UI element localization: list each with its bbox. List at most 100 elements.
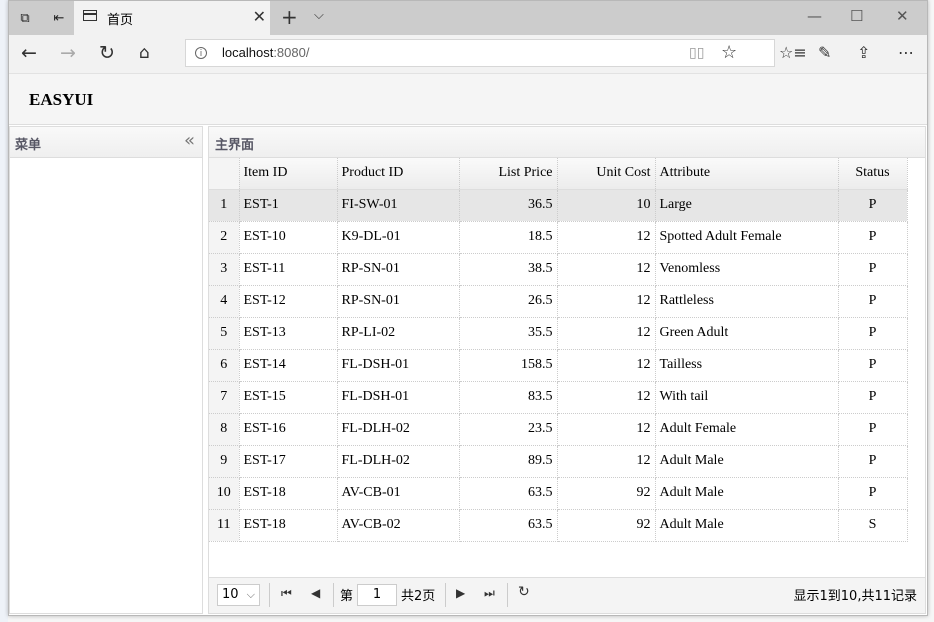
cell-product-id: K9-DL-01 bbox=[337, 221, 460, 254]
row-number: 1 bbox=[209, 189, 240, 222]
table-row[interactable]: 9 EST-17 FL-DLH-02 89.5 12 Adult Male P bbox=[209, 445, 908, 478]
cell-unit-cost: 12 bbox=[557, 413, 656, 446]
pager-summary: 显示1到10,共11记录 bbox=[793, 589, 918, 604]
table-row[interactable]: 11 EST-18 AV-CB-02 63.5 92 Adult Male S bbox=[209, 509, 908, 542]
cell-unit-cost: 12 bbox=[557, 253, 656, 286]
cell-list-price: 36.5 bbox=[459, 189, 558, 222]
cell-status: P bbox=[838, 477, 908, 510]
forward-icon[interactable]: → bbox=[60, 43, 76, 63]
cell-item-id: EST-18 bbox=[239, 477, 338, 510]
cell-item-id: EST-1 bbox=[239, 189, 338, 222]
table-row[interactable]: 6 EST-14 FL-DSH-01 158.5 12 Tailless P bbox=[209, 349, 908, 382]
cell-product-id: RP-LI-02 bbox=[337, 317, 460, 350]
cell-item-id: EST-11 bbox=[239, 253, 338, 286]
previous-page-icon[interactable]: ◀ bbox=[311, 586, 320, 600]
more-menu-icon[interactable]: ⋯ bbox=[898, 43, 914, 62]
cell-item-id: EST-10 bbox=[239, 221, 338, 254]
last-page-icon[interactable]: ⏭ bbox=[484, 586, 495, 601]
page-content: EASYUI 菜单 « 主界面 Item ID Product ID List … bbox=[9, 74, 927, 615]
cell-item-id: EST-14 bbox=[239, 349, 338, 382]
cell-list-price: 158.5 bbox=[459, 349, 558, 382]
cell-unit-cost: 12 bbox=[557, 445, 656, 478]
browser-window: ⧉ ⇤ 首页 ✕ + ⌵ — ☐ ✕ ← → ↻ ⌂ i localhost:8… bbox=[8, 0, 928, 616]
site-info-icon[interactable]: i bbox=[195, 47, 207, 59]
center-panel: 主界面 Item ID Product ID List Price Unit C… bbox=[208, 126, 926, 614]
column-header-attribute[interactable]: Attribute bbox=[655, 158, 839, 190]
collapse-icon[interactable]: « bbox=[184, 130, 195, 151]
cell-item-id: EST-18 bbox=[239, 509, 338, 542]
url-host: localhost bbox=[222, 45, 274, 60]
cell-unit-cost: 12 bbox=[557, 285, 656, 318]
cell-item-id: EST-16 bbox=[239, 413, 338, 446]
reload-icon[interactable]: ↻ bbox=[518, 584, 530, 600]
grid-header-row: Item ID Product ID List Price Unit Cost … bbox=[209, 158, 908, 190]
cell-list-price: 83.5 bbox=[459, 381, 558, 414]
cell-list-price: 38.5 bbox=[459, 253, 558, 286]
pager-separator bbox=[269, 583, 270, 607]
row-number: 7 bbox=[209, 381, 240, 414]
cell-unit-cost: 12 bbox=[557, 381, 656, 414]
cell-attribute: Adult Male bbox=[655, 477, 839, 510]
share-icon[interactable]: ⇪ bbox=[857, 43, 870, 62]
table-row[interactable]: 2 EST-10 K9-DL-01 18.5 12 Spotted Adult Femal… bbox=[209, 221, 908, 254]
column-header-item-id[interactable]: Item ID bbox=[239, 158, 338, 190]
table-row[interactable]: 5 EST-13 RP-LI-02 35.5 12 Green Adult P bbox=[209, 317, 908, 350]
favorites-list-icon[interactable]: ☆≡ bbox=[779, 43, 807, 62]
table-row[interactable]: 10 EST-18 AV-CB-01 63.5 92 Adult Male P bbox=[209, 477, 908, 510]
close-tab-icon[interactable]: ✕ bbox=[253, 7, 266, 26]
address-field[interactable]: i localhost:8080/ ▯▯ ☆ bbox=[185, 39, 775, 67]
column-header-list-price[interactable]: List Price bbox=[459, 158, 558, 190]
data-grid: Item ID Product ID List Price Unit Cost … bbox=[209, 158, 908, 542]
page-number-input[interactable]: 1 bbox=[357, 584, 397, 606]
table-row[interactable]: 3 EST-11 RP-SN-01 38.5 12 Venomless P bbox=[209, 253, 908, 286]
cell-status: P bbox=[838, 381, 908, 414]
table-row[interactable]: 4 EST-12 RP-SN-01 26.5 12 Rattleless P bbox=[209, 285, 908, 318]
page-size-select[interactable]: 10 ⌵ bbox=[217, 584, 260, 606]
cell-unit-cost: 12 bbox=[557, 349, 656, 382]
cell-product-id: FL-DLH-02 bbox=[337, 445, 460, 478]
cell-unit-cost: 12 bbox=[557, 317, 656, 350]
home-icon[interactable]: ⌂ bbox=[139, 43, 150, 63]
cell-list-price: 26.5 bbox=[459, 285, 558, 318]
minimize-icon[interactable]: — bbox=[807, 7, 822, 25]
cell-list-price: 63.5 bbox=[459, 509, 558, 542]
row-number: 11 bbox=[209, 509, 240, 542]
pen-notes-icon[interactable]: ✎ bbox=[818, 43, 831, 62]
cell-product-id: RP-SN-01 bbox=[337, 285, 460, 318]
set-aside-tabs-icon[interactable]: ⧉ bbox=[15, 8, 35, 28]
cell-product-id: FL-DSH-01 bbox=[337, 381, 460, 414]
back-icon[interactable]: ← bbox=[21, 43, 37, 63]
cell-list-price: 23.5 bbox=[459, 413, 558, 446]
row-number: 4 bbox=[209, 285, 240, 318]
column-header-unit-cost[interactable]: Unit Cost bbox=[557, 158, 656, 190]
refresh-icon[interactable]: ↻ bbox=[99, 43, 115, 63]
favorite-star-icon[interactable]: ☆ bbox=[721, 42, 737, 63]
table-row[interactable]: 1 EST-1 FI-SW-01 36.5 10 Large P bbox=[209, 189, 908, 222]
cell-unit-cost: 10 bbox=[557, 189, 656, 222]
column-header-product-id[interactable]: Product ID bbox=[337, 158, 460, 190]
maximize-icon[interactable]: ☐ bbox=[850, 7, 863, 25]
browser-tab[interactable]: 首页 ✕ bbox=[74, 1, 270, 35]
cell-item-id: EST-13 bbox=[239, 317, 338, 350]
table-row[interactable]: 7 EST-15 FL-DSH-01 83.5 12 With tail P bbox=[209, 381, 908, 414]
cell-attribute: Adult Male bbox=[655, 445, 839, 478]
cell-status: P bbox=[838, 349, 908, 382]
new-tab-icon[interactable]: + bbox=[281, 5, 298, 29]
cell-list-price: 63.5 bbox=[459, 477, 558, 510]
close-window-icon[interactable]: ✕ bbox=[896, 7, 909, 25]
column-header-status[interactable]: Status bbox=[838, 158, 908, 190]
first-page-icon[interactable]: ⏮ bbox=[281, 586, 292, 601]
cell-unit-cost: 92 bbox=[557, 509, 656, 542]
cell-status: P bbox=[838, 285, 908, 318]
cell-unit-cost: 12 bbox=[557, 221, 656, 254]
tab-menu-chevron-icon[interactable]: ⌵ bbox=[314, 8, 324, 23]
table-row[interactable]: 8 EST-16 FL-DLH-02 23.5 12 Adult Female P bbox=[209, 413, 908, 446]
next-page-icon[interactable]: ▶ bbox=[456, 586, 465, 600]
cell-product-id: AV-CB-01 bbox=[337, 477, 460, 510]
reading-view-icon[interactable]: ▯▯ bbox=[689, 45, 704, 61]
background-window-edge bbox=[0, 0, 8, 622]
west-panel-title: 菜单 bbox=[15, 138, 42, 153]
address-toolbar: ← → ↻ ⌂ i localhost:8080/ ▯▯ ☆ ☆≡ ✎ ⇪ ⋯ bbox=[9, 35, 927, 74]
cell-product-id: AV-CB-02 bbox=[337, 509, 460, 542]
restore-tabs-icon[interactable]: ⇤ bbox=[49, 8, 69, 28]
